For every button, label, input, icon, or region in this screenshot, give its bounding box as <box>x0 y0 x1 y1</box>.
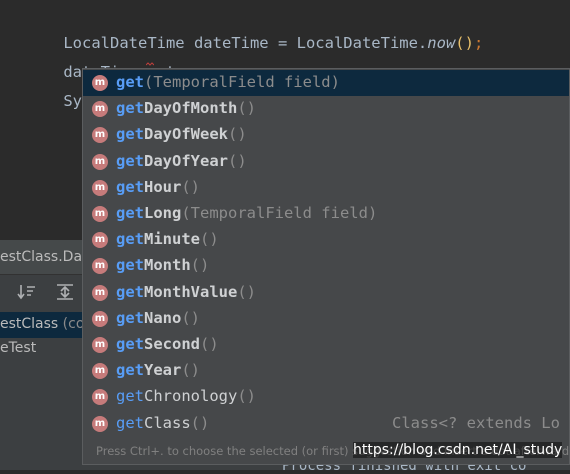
match-prefix: get <box>116 151 144 170</box>
match-prefix: get <box>116 230 144 249</box>
method-params: () <box>181 308 200 327</box>
method-name: Month <box>144 256 191 275</box>
method-icon: m <box>92 232 108 249</box>
method-params: () <box>181 361 200 380</box>
method-icon: m <box>92 284 108 301</box>
return-type: Class<? extends Lo <box>392 413 560 432</box>
match-prefix: get <box>116 413 144 432</box>
completion-item[interactable]: m getDayOfYear() <box>83 149 569 175</box>
completion-item-text: getLong(TemporalField field) <box>116 204 377 222</box>
error-squiggle-icon <box>146 62 154 66</box>
method-name: Chronology <box>144 387 238 406</box>
method-params: (TemporalField field) <box>144 73 340 91</box>
method-icon: m <box>92 389 108 406</box>
method-icon: m <box>92 75 108 91</box>
tree-item-suffix: (co <box>58 316 85 332</box>
method-name: MonthValue <box>144 282 238 301</box>
completion-item-text: getDayOfWeek() <box>116 125 247 143</box>
test-tree-item[interactable]: eTest <box>0 340 36 362</box>
method-icon: m <box>92 258 108 275</box>
completion-item[interactable]: m getHour() <box>83 175 569 201</box>
match-prefix: get <box>116 204 144 222</box>
method-name: DayOfYear <box>144 151 228 170</box>
completion-item[interactable]: m get(TemporalField field) <box>83 70 569 96</box>
completion-item-text: getClass() <box>116 414 209 432</box>
method-name: Hour <box>144 177 182 196</box>
completion-item[interactable]: m getChronology() <box>83 384 569 410</box>
completion-item[interactable]: m getMinute() <box>83 227 569 253</box>
method-params: () <box>190 256 210 275</box>
method-icon: m <box>92 153 108 170</box>
match-prefix: get <box>116 387 144 406</box>
method-params: () <box>237 99 256 118</box>
run-tab-label: estClass.Dat <box>0 249 88 265</box>
method-icon: m <box>92 127 108 144</box>
method-params: () <box>228 151 247 170</box>
tree-item-label: estClass <box>0 316 59 332</box>
tree-item-label: eTest <box>0 340 37 356</box>
method-icon: m <box>92 415 108 432</box>
method-icon: m <box>92 337 108 353</box>
completion-item[interactable]: m getDayOfMonth() <box>83 96 569 122</box>
method-name: DayOfMonth <box>144 99 238 118</box>
method-params: () <box>237 282 256 301</box>
method-icon: m <box>92 363 108 380</box>
completion-item[interactable]: m getMonthValue() <box>83 280 569 306</box>
match-prefix: get <box>116 256 144 275</box>
completion-item[interactable]: m getNano() <box>83 306 569 332</box>
completion-item-text: getDayOfMonth() <box>116 99 256 117</box>
completion-item-text: getNano() <box>116 309 200 327</box>
match-prefix: get <box>116 99 144 118</box>
match-prefix: get <box>116 282 144 301</box>
match-prefix: get <box>116 177 144 196</box>
sort-icon[interactable] <box>16 282 38 302</box>
completion-item-text: getMinute() <box>116 230 219 248</box>
method-name: Class <box>144 413 191 432</box>
method-params: () <box>237 387 256 406</box>
method-name: Year <box>144 361 182 380</box>
completion-item-text: getDayOfYear() <box>116 152 247 170</box>
completion-item-text: getMonth() <box>116 256 209 274</box>
method-params: () <box>228 125 247 144</box>
code-parens: () <box>455 34 474 52</box>
completion-item[interactable]: m getSecond() <box>83 332 569 358</box>
completion-item-text: getYear() <box>116 361 200 379</box>
code-completion-popup[interactable]: m getClass() Class<? extends Lo m getChronol… <box>82 68 570 465</box>
method-icon: m <box>92 179 108 196</box>
completion-item-text: getSecond() <box>116 335 219 353</box>
method-name: Minute <box>144 230 200 249</box>
completion-item-text: getChronology() <box>116 387 256 405</box>
method-params: () <box>200 335 219 353</box>
completion-item-text: get(TemporalField field) <box>116 73 340 91</box>
match-prefix: get <box>116 125 144 144</box>
match-prefix: get <box>116 361 144 380</box>
method-name: DayOfWeek <box>144 125 228 144</box>
match-prefix: get <box>116 73 144 91</box>
method-name: Nano <box>144 308 182 327</box>
match-prefix: get <box>116 335 144 353</box>
method-name: Second <box>144 335 200 353</box>
completion-item-text: getHour() <box>116 178 200 196</box>
watermark: https://blog.csdn.net/AI_study <box>353 442 563 458</box>
method-name: Long <box>144 204 182 222</box>
code-semicolon: ; <box>473 34 484 52</box>
completion-item[interactable]: m getYear() <box>83 358 569 384</box>
method-params: () <box>181 177 200 196</box>
method-icon: m <box>92 310 108 327</box>
completion-item[interactable]: m getLong(TemporalField field) <box>83 201 569 227</box>
completion-item-text: getMonthValue() <box>116 283 256 301</box>
match-prefix: get <box>116 308 144 327</box>
completion-item[interactable]: m getClass() Class<? extends Lo <box>83 411 569 437</box>
method-params: (TemporalField field) <box>181 204 378 222</box>
test-tree-item[interactable]: estClass (co <box>0 312 85 338</box>
method-params: () <box>200 230 219 249</box>
completion-item[interactable]: m getDayOfWeek() <box>83 122 569 148</box>
method-icon: m <box>92 101 108 118</box>
method-icon: m <box>92 206 108 222</box>
code-method-now: now <box>427 34 456 52</box>
completion-item[interactable]: m getMonth() <box>83 253 569 279</box>
method-params: () <box>190 413 210 432</box>
expand-all-icon[interactable] <box>54 282 76 302</box>
